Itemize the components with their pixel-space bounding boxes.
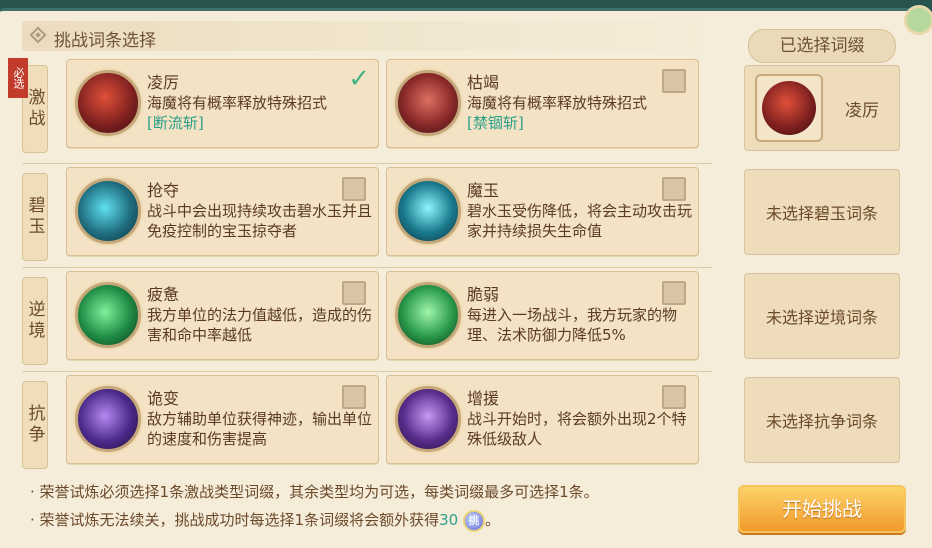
card-kujie[interactable]: 枯竭 海魔将有概率释放特殊招式 [禁锢斩] [386,59,699,148]
card-qiangduo[interactable]: 抢夺 战斗中会出现持续攻击碧水玉并且免疫控制的宝玉掠夺者 [66,167,379,256]
required-badge: 必选 [8,58,28,98]
row-jizhan: 激战 必选 凌厉 海魔将有概率释放特殊招式 [断流斩] ✓ 枯竭 海魔将有概率释放… [8,58,712,159]
card-cuiruo[interactable]: 脆弱 每进入一场战斗，我方玩家的物理、法术防御力降低5% [386,271,699,360]
slot-jizhan[interactable]: 凌厉 [744,65,900,151]
selected-header: 已选择词缀 [748,29,896,63]
slot-nijing[interactable]: 未选择逆境词条 [744,273,900,359]
card-desc: 海魔将有概率释放特殊招式 [禁锢斩] [467,94,648,132]
note-line-1: · 荣誉试炼必须选择1条激战类型词缀，其余类型均为可选，每类词缀最多可选择1条。 [30,483,599,501]
card-desc: 碧水玉受伤降低，将会主动攻击玩家并持续损失生命值 [467,202,693,240]
lingli-icon [75,70,141,136]
skill-tag: [禁锢斩] [467,114,524,132]
card-desc: 战斗开始时，将会额外出现2个特殊低级敌人 [467,410,687,448]
skill-tag: [断流斩] [147,114,204,132]
card-lingli[interactable]: 凌厉 海魔将有概率释放特殊招式 [断流斩] ✓ [66,59,379,148]
card-moyu[interactable]: 魔玉 碧水玉受伤降低，将会主动攻击玩家并持续损失生命值 [386,167,699,256]
category-label: 碧玉 [22,173,48,261]
cuiruo-icon [395,282,461,348]
row-divider [22,371,712,372]
row-biyu: 碧玉 抢夺 战斗中会出现持续攻击碧水玉并且免疫控制的宝玉掠夺者 魔玉 碧水玉受伤… [22,167,712,267]
checkbox[interactable] [342,281,366,305]
category-label: 逆境 [22,277,48,365]
zengyuan-icon [395,386,461,452]
row-kangzheng: 抗争 诡变 敌方辅助单位获得神迹，输出单位的速度和伤害提高 增援 战斗开始时，将… [22,375,712,475]
card-zengyuan[interactable]: 增援 战斗开始时，将会额外出现2个特殊低级敌人 [386,375,699,464]
card-desc: 每进入一场战斗，我方玩家的物理、法术防御力降低5% [467,306,678,344]
slot-kangzheng[interactable]: 未选择抗争词条 [744,377,900,463]
card-title: 抢夺 [147,181,180,200]
row-nijing: 逆境 疲惫 我方单位的法力值越低，造成的伤害和命中率越低 脆弱 每进入一场战斗，… [22,271,712,371]
checkbox[interactable] [342,385,366,409]
pibei-icon [75,282,141,348]
token-icon: 挑 [462,509,485,532]
lingli-slot-icon [755,74,823,142]
moyu-icon [395,178,461,244]
card-guibian[interactable]: 诡变 敌方辅助单位获得神迹，输出单位的速度和伤害提高 [66,375,379,464]
card-title: 脆弱 [467,285,500,304]
diamond-icon [29,26,47,44]
checkbox[interactable] [662,281,686,305]
card-pibei[interactable]: 疲惫 我方单位的法力值越低，造成的伤害和命中率越低 [66,271,379,360]
card-desc: 海魔将有概率释放特殊招式 [断流斩] [147,94,328,132]
guibian-icon [75,386,141,452]
checkbox[interactable] [342,177,366,201]
slot-biyu[interactable]: 未选择碧玉词条 [744,169,900,255]
note-line-2: · 荣誉试炼无法续关，挑战成功时每选择1条词缀将会额外获得30 挑。 [30,509,500,532]
section-header: 挑战词条选择 [22,21,714,51]
slot-name: 凌厉 [845,100,879,121]
checked-icon[interactable]: ✓ [348,64,370,94]
start-challenge-button[interactable]: 开始挑战 [738,485,906,533]
reward-number: 30 [439,511,459,529]
card-title: 枯竭 [467,73,500,92]
checkbox[interactable] [662,177,686,201]
kujie-icon [395,70,461,136]
card-title: 凌厉 [147,73,180,92]
card-desc: 敌方辅助单位获得神迹，输出单位的速度和伤害提高 [147,410,373,448]
row-divider [22,267,712,268]
card-desc: 我方单位的法力值越低，造成的伤害和命中率越低 [147,306,373,344]
card-desc: 战斗中会出现持续攻击碧水玉并且免疫控制的宝玉掠夺者 [147,202,373,240]
challenge-panel: 挑战词条选择 激战 必选 凌厉 海魔将有概率释放特殊招式 [断流斩] ✓ 枯竭 海… [0,5,932,548]
card-title: 疲惫 [147,285,180,304]
qiangduo-icon [75,178,141,244]
card-title: 增援 [467,389,500,408]
category-label: 抗争 [22,381,48,469]
card-title: 魔玉 [467,181,500,200]
section-title: 挑战词条选择 [54,31,156,51]
card-title: 诡变 [147,389,180,408]
checkbox[interactable] [662,385,686,409]
checkbox[interactable] [662,69,686,93]
corner-ornament-icon [904,5,932,35]
row-divider [22,163,712,164]
